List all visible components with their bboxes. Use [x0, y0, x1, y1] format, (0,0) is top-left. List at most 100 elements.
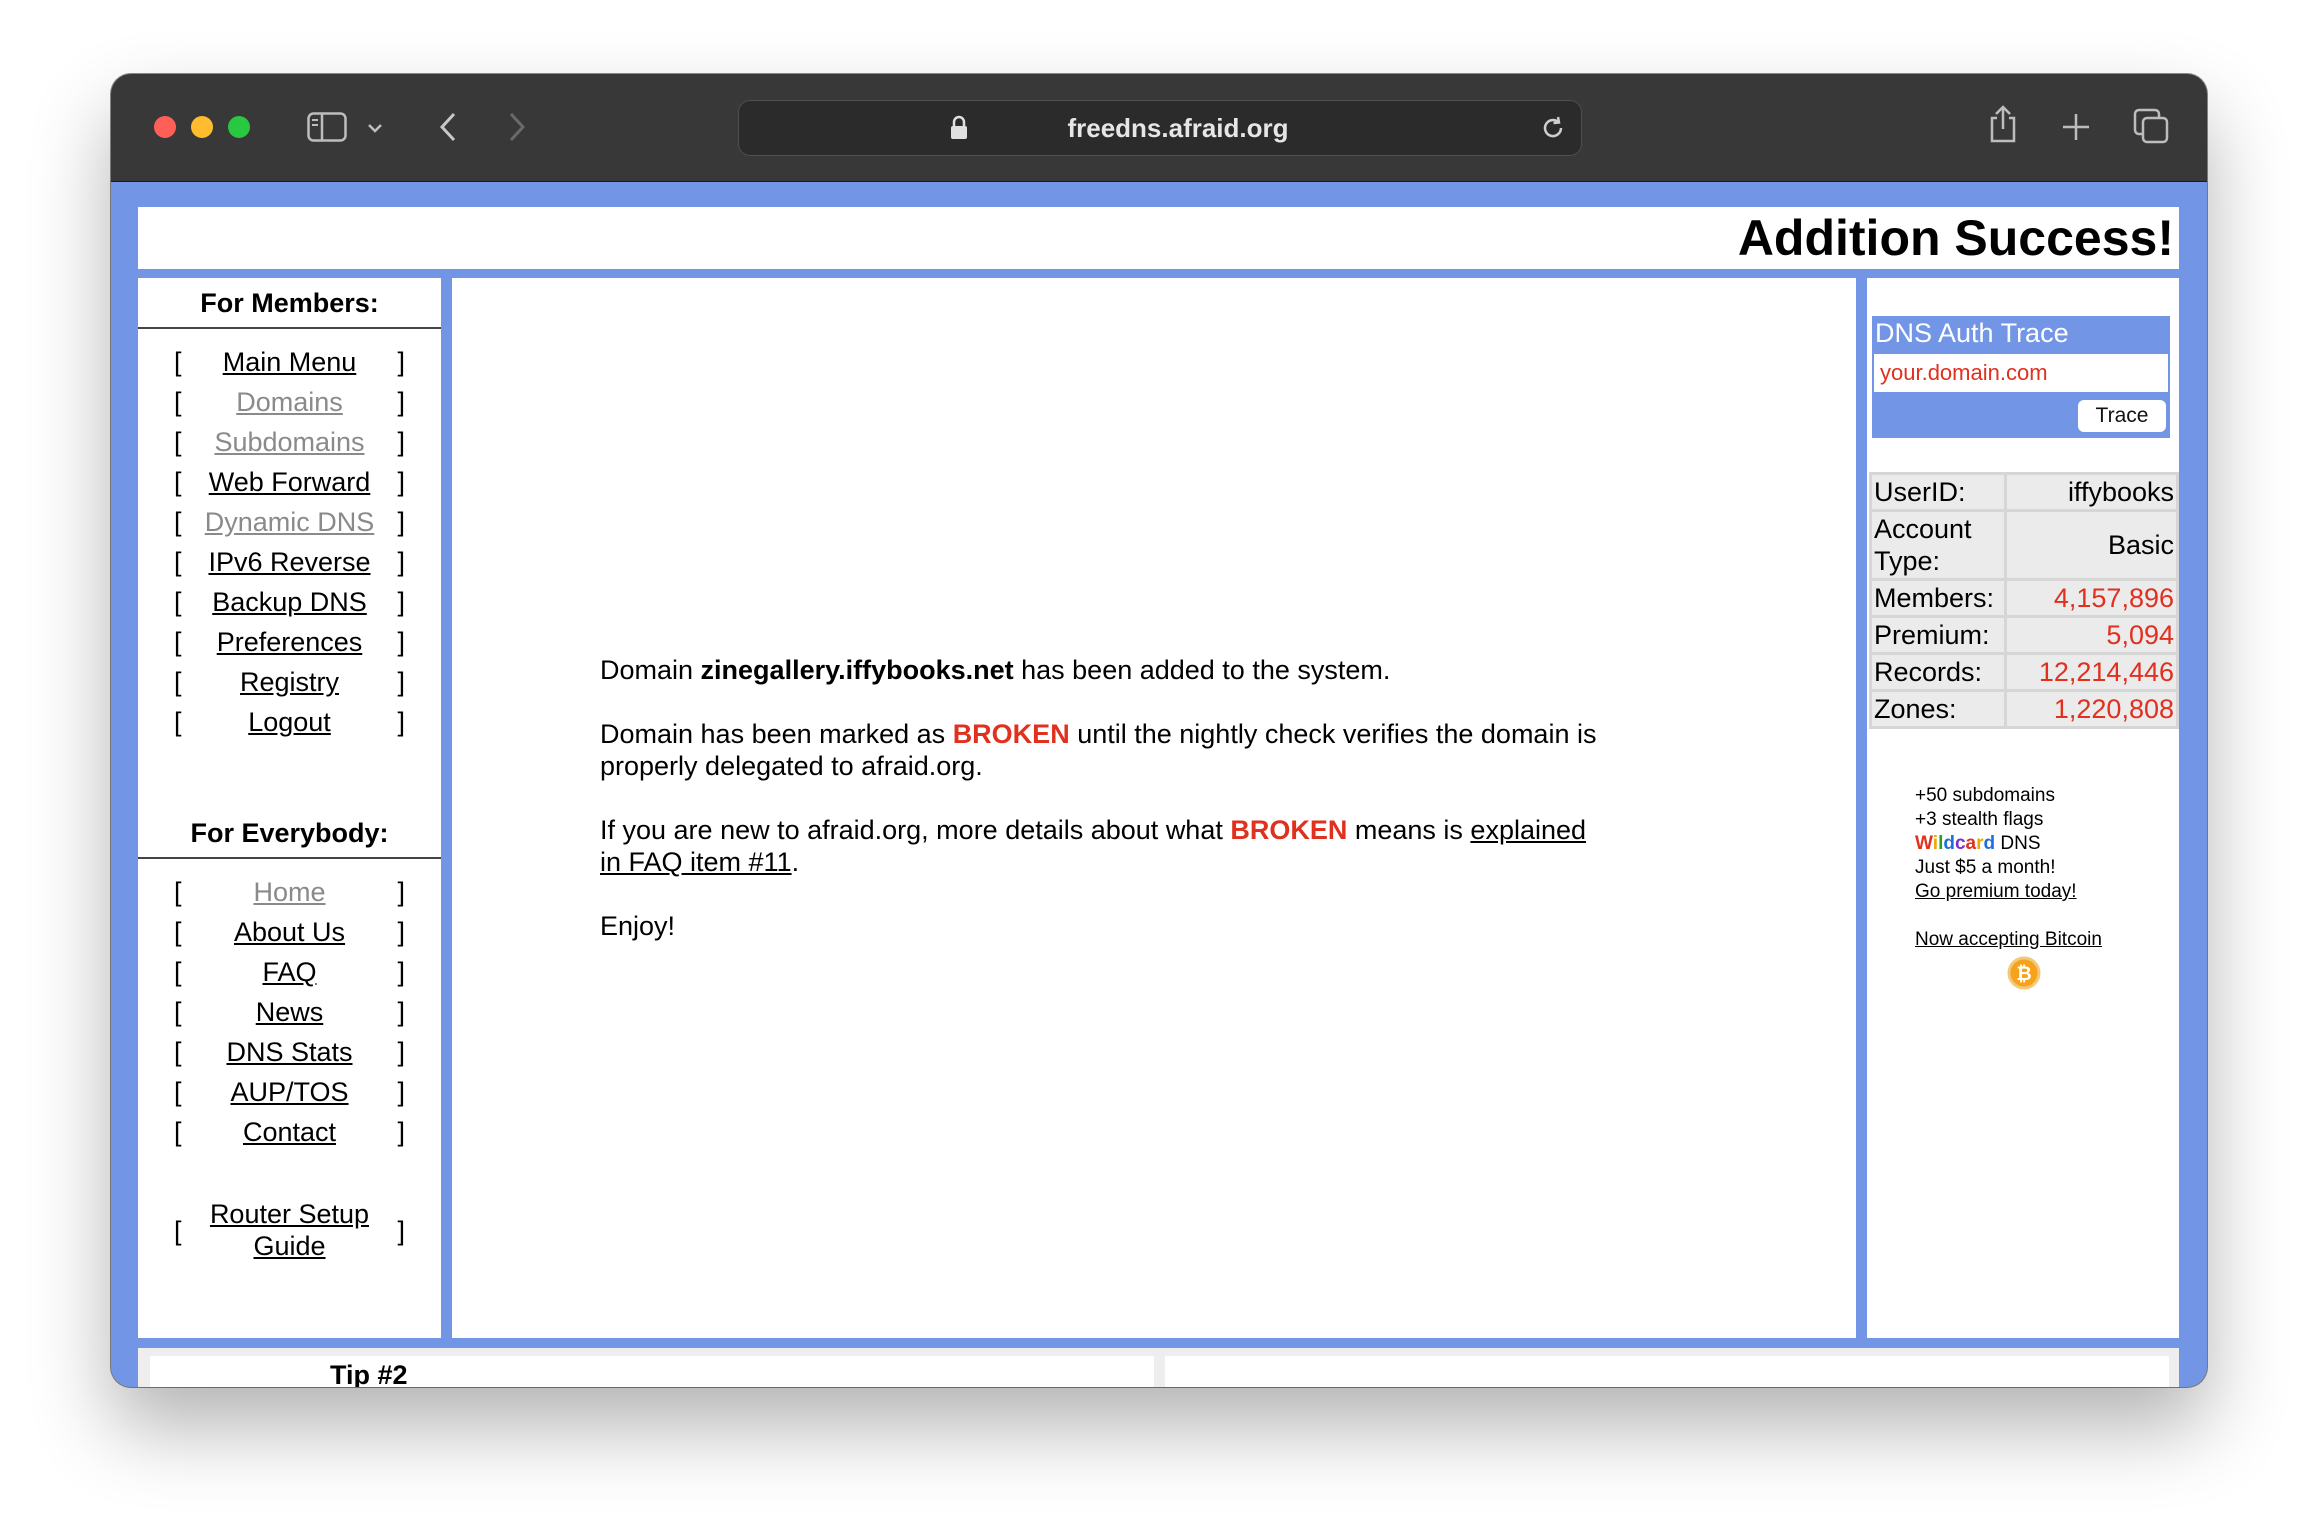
nav-row-contact: [Contact] — [138, 1112, 441, 1152]
main-content: Domain zinegallery.iffybooks.net has bee… — [452, 278, 1856, 1338]
broken-status-2: BROKEN — [1230, 815, 1348, 845]
nav-link-backup-dns[interactable]: Backup DNS — [138, 582, 441, 622]
nav-link-dynamic-dns[interactable]: Dynamic DNS — [138, 502, 441, 542]
sidebar-icon[interactable] — [307, 112, 347, 142]
account-stats-table: UserID: iffybooks Account Type: Basic Member… — [1869, 472, 2179, 729]
minimize-window-button[interactable] — [191, 116, 213, 138]
broken-status: BROKEN — [952, 719, 1070, 749]
forward-icon[interactable] — [507, 112, 527, 142]
bracket-close: ] — [397, 547, 405, 577]
nav-row-subdomains: [Subdomains] — [138, 422, 441, 462]
everybody-heading: For Everybody: — [190, 818, 389, 848]
nav-row-dns-stats: [DNS Stats] — [138, 1032, 441, 1072]
browser-titlebar: freedns.afraid.org — [111, 74, 2207, 182]
nav-link-dns-stats[interactable]: DNS Stats — [138, 1032, 441, 1072]
reload-icon[interactable] — [1539, 114, 1567, 142]
bracket-close: ] — [397, 1037, 405, 1067]
nav-row-web-forward: [Web Forward] — [138, 462, 441, 502]
stat-label: Records: — [1872, 655, 2004, 689]
nav-link-home[interactable]: Home — [138, 872, 441, 912]
url-text: freedns.afraid.org — [1067, 113, 1289, 143]
trace-domain-input[interactable]: your.domain.com — [1874, 354, 2168, 392]
nav-link-aup-tos[interactable]: AUP/TOS — [138, 1072, 441, 1112]
bracket-close: ] — [397, 667, 405, 697]
bracket-close: ] — [397, 917, 405, 947]
stat-value: 12,214,446 — [2007, 655, 2176, 689]
nav-link-router-setup-guide[interactable]: Router Setup Guide — [138, 1198, 441, 1262]
nav-link-ipv6-reverse[interactable]: IPv6 Reverse — [138, 542, 441, 582]
members-heading: For Members: — [200, 288, 379, 318]
back-icon[interactable] — [438, 112, 458, 142]
nav-row-dynamic-dns: [Dynamic DNS] — [138, 502, 441, 542]
nav-row-router-guide: [ Router Setup Guide ] — [138, 1198, 441, 1264]
nav-link-preferences[interactable]: Preferences — [138, 622, 441, 662]
stat-value: 5,094 — [2007, 618, 2176, 652]
nav-link-contact[interactable]: Contact — [138, 1112, 441, 1152]
router-link-line1: Router Setup — [209, 1199, 370, 1229]
new-tab-icon[interactable] — [2061, 112, 2091, 142]
bracket-close: ] — [397, 1117, 405, 1147]
page-title: Addition Success! — [1737, 210, 2174, 266]
nav-link-registry[interactable]: Registry — [138, 662, 441, 702]
nav-row-about-us: [About Us] — [138, 912, 441, 952]
nav-link-web-forward[interactable]: Web Forward — [138, 462, 441, 502]
trace-button[interactable]: Trace — [2078, 400, 2166, 432]
go-premium-link[interactable]: Go premium today! — [1915, 880, 2102, 904]
dns-trace-title: DNS Auth Trace — [1875, 318, 2069, 348]
stat-label: Zones: — [1872, 692, 2004, 726]
stat-value: iffybooks — [2007, 475, 2176, 509]
share-icon[interactable] — [1987, 104, 2019, 144]
nav-row-backup-dns: [Backup DNS] — [138, 582, 441, 622]
p2-suffix: until the nightly check verifies the dom… — [1069, 719, 1597, 749]
page-header: Addition Success! — [138, 207, 2179, 269]
bracket-close: ] — [397, 507, 405, 537]
bracket-close: ] — [397, 877, 405, 907]
promo-price: Just $5 a month! — [1915, 857, 2056, 878]
stat-row-userid: UserID: iffybooks — [1872, 475, 2176, 509]
stat-label: Account Type: — [1872, 512, 2004, 578]
added-domain-name: zinegallery.iffybooks.net — [700, 655, 1014, 685]
right-sidebar: DNS Auth Trace your.domain.com Trace Use… — [1867, 278, 2179, 1338]
nav-row-home: [Home] — [138, 872, 441, 912]
p2-prefix: Domain has been marked as — [600, 719, 953, 749]
bracket-close: ] — [397, 627, 405, 657]
close-window-button[interactable] — [154, 116, 176, 138]
stat-label: Members: — [1872, 581, 2004, 615]
stat-label: UserID: — [1872, 475, 2004, 509]
faq-link-part2[interactable]: in FAQ item #11 — [600, 847, 792, 877]
nav-link-faq[interactable]: FAQ — [138, 952, 441, 992]
nav-row-main-menu: [Main Menu] — [138, 342, 441, 382]
result-message: Domain zinegallery.iffybooks.net has bee… — [600, 654, 1710, 942]
tip-title: Tip #2 — [330, 1360, 408, 1387]
nav-link-domains[interactable]: Domains — [138, 382, 441, 422]
stat-row-zones: Zones: 1,220,808 — [1872, 692, 2176, 726]
p3-end: . — [791, 847, 800, 877]
p3-prefix: If you are new to afraid.org, more detai… — [600, 815, 1231, 845]
nav-link-main-menu[interactable]: Main Menu — [138, 342, 441, 382]
dns-trace-box: DNS Auth Trace your.domain.com Trace — [1872, 316, 2170, 438]
nav-link-news[interactable]: News — [138, 992, 441, 1032]
bracket-close: ] — [397, 1077, 405, 1107]
bracket-close: ] — [397, 957, 405, 987]
bracket-close: ] — [397, 347, 405, 377]
nav-link-subdomains[interactable]: Subdomains — [138, 422, 441, 462]
zoom-window-button[interactable] — [228, 116, 250, 138]
news-panel — [1165, 1356, 2169, 1387]
nav-link-about-us[interactable]: About Us — [138, 912, 441, 952]
bitcoin-icon: ₿ — [2007, 956, 2041, 990]
address-bar[interactable]: freedns.afraid.org — [738, 100, 1582, 156]
broken-paragraph: Domain has been marked as BROKEN until t… — [600, 718, 1710, 782]
faq-link-part1[interactable]: explained — [1470, 815, 1586, 845]
stat-row-members: Members: 4,157,896 — [1872, 581, 2176, 615]
bitcoin-link[interactable]: Now accepting Bitcoin — [1915, 928, 2102, 952]
members-divider — [138, 327, 441, 329]
chevron-down-icon[interactable] — [367, 122, 383, 134]
added-paragraph: Domain zinegallery.iffybooks.net has bee… — [600, 654, 1710, 686]
nav-row-registry: [Registry] — [138, 662, 441, 702]
p1-prefix: Domain — [600, 655, 701, 685]
nav-link-logout[interactable]: Logout — [138, 702, 441, 742]
tabs-overview-icon[interactable] — [2133, 108, 2169, 144]
stat-row-premium: Premium: 5,094 — [1872, 618, 2176, 652]
bracket-close: ] — [397, 1216, 405, 1246]
nav-row-logout: [Logout] — [138, 702, 441, 742]
